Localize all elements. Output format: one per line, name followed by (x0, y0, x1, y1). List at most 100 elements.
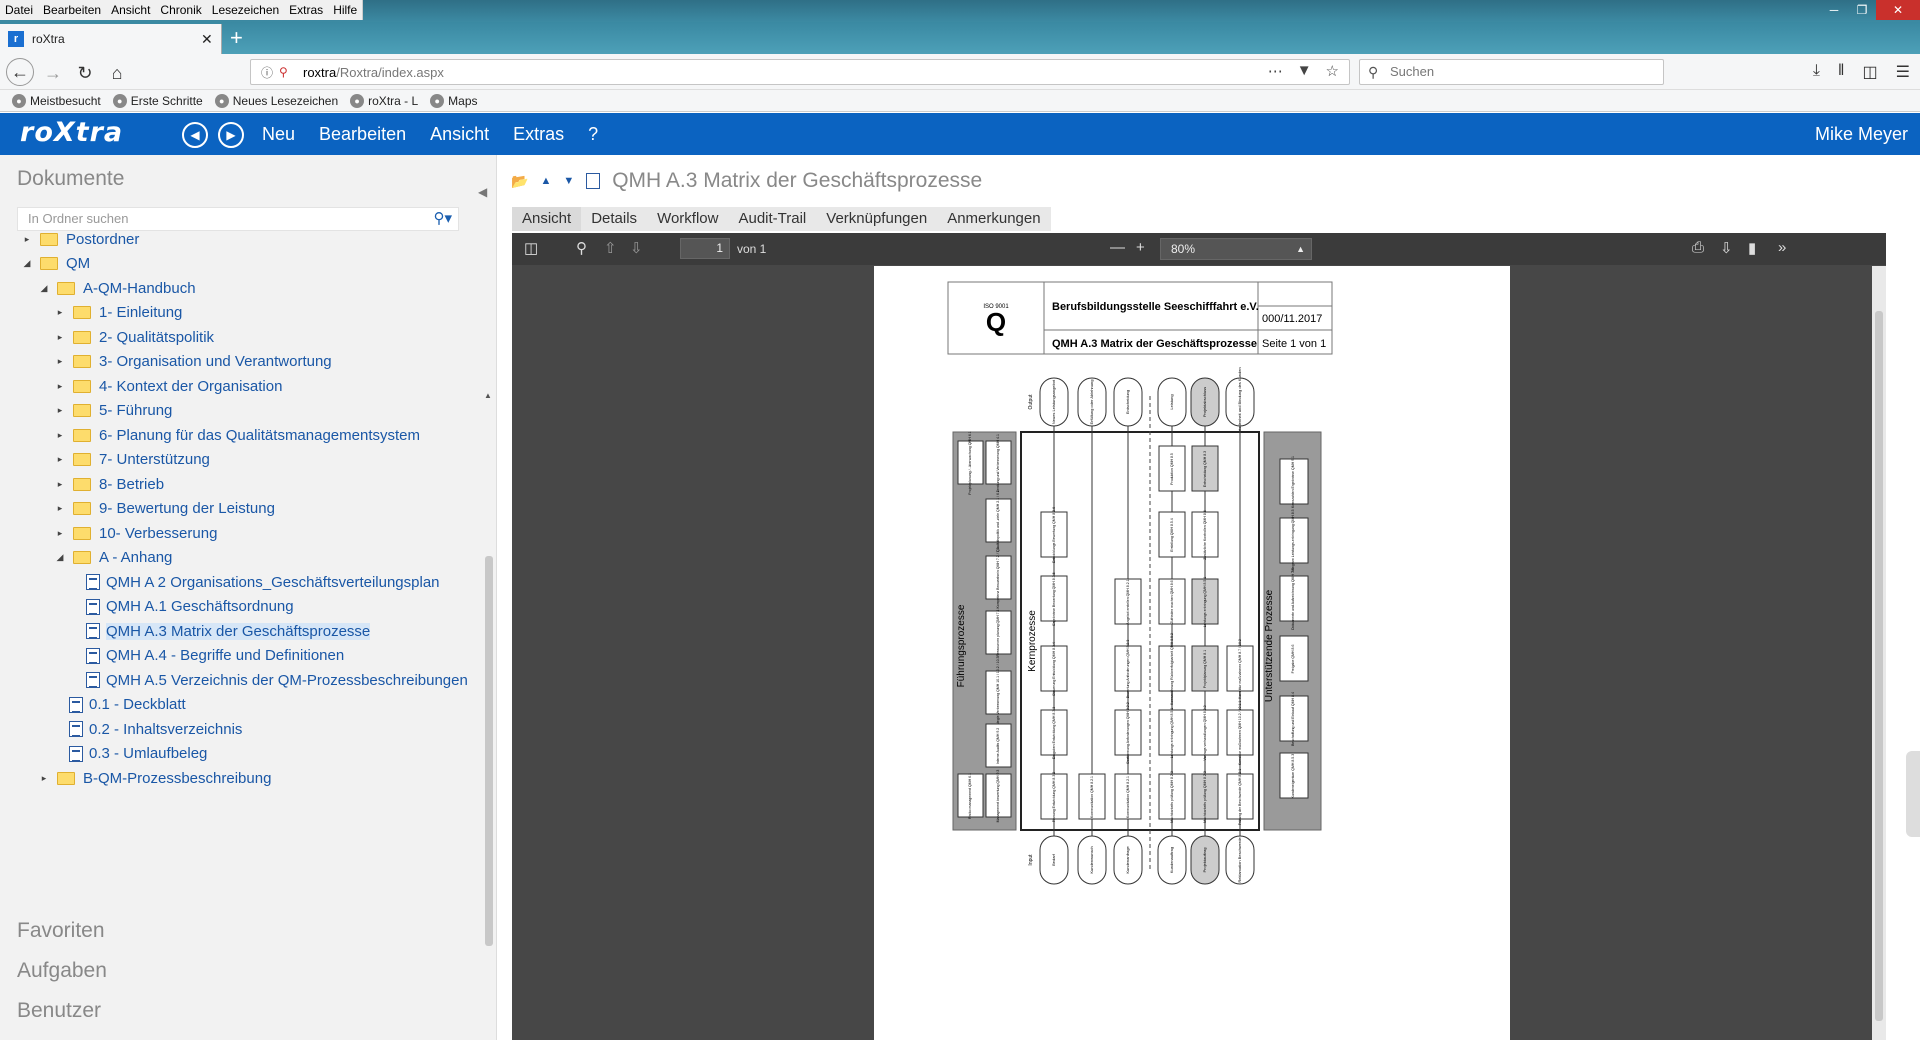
app-menu-item[interactable]: Bearbeiten (319, 124, 406, 145)
app-menu-item[interactable]: ? (588, 124, 598, 145)
app-menu-item[interactable]: Extras (513, 124, 564, 145)
expand-toggle-icon[interactable]: ▸ (20, 234, 34, 245)
save-icon[interactable]: ⇩ (1720, 239, 1733, 257)
restore-icon[interactable]: ❐ (1848, 0, 1876, 20)
expand-toggle-icon[interactable]: ▸ (53, 381, 67, 392)
tree-item[interactable]: ▸ 1- Einleitung (53, 301, 183, 325)
forward-circle-icon[interactable]: ▶ (218, 122, 244, 148)
app-menu-item[interactable]: Neu (262, 124, 295, 145)
user-name[interactable]: Mike Meyer (1815, 124, 1908, 145)
minimize-icon[interactable]: ─ (1820, 0, 1848, 20)
browser-menu-ansicht[interactable]: Ansicht (106, 3, 155, 17)
folder-up-icon[interactable]: 📂 (511, 173, 528, 190)
tree-item[interactable]: ▸ Postordner (20, 233, 139, 251)
tree-item[interactable]: ▸ 4- Kontext der Organisation (53, 374, 283, 398)
collapse-sidebar-icon[interactable]: ◀ (478, 185, 487, 199)
browser-menu-datei[interactable]: Datei (0, 3, 38, 17)
expand-toggle-icon[interactable]: ◢ (37, 283, 51, 294)
print-icon[interactable]: ⎙ (1692, 239, 1704, 256)
tree-item[interactable]: ◢ A-QM-Handbuch (37, 276, 196, 300)
down-arrow-icon[interactable]: ▼ (563, 175, 574, 187)
forward-arrow-icon[interactable]: → (40, 60, 66, 86)
tree-item[interactable]: QMH A.3 Matrix der Geschäftsprozesse (70, 619, 371, 643)
tree-item[interactable]: ▸ 8- Betrieb (53, 472, 164, 496)
scroll-thumb[interactable] (485, 556, 493, 946)
page-number-input[interactable]: 1 (680, 238, 730, 259)
sidebar-section-favoriten[interactable]: Favoriten (17, 919, 105, 943)
tree-item[interactable]: ▸ 10- Verbesserung (53, 521, 218, 545)
expand-toggle-icon[interactable]: ◢ (20, 258, 34, 269)
folder-search-input[interactable]: In Ordner suchen ⚲▾ (17, 207, 459, 231)
page-actions-icon[interactable]: ⋯ (1268, 62, 1283, 80)
tree-item[interactable]: QMH A 2 Organisations_Geschäftsverteilun… (70, 570, 440, 594)
expand-toggle-icon[interactable]: ▸ (53, 430, 67, 441)
tab-workflow[interactable]: Workflow (647, 207, 728, 231)
previous-page-icon[interactable]: ⇧ (604, 239, 617, 257)
bookmark-item[interactable]: ● Erste Schritte (112, 93, 203, 108)
tree-item[interactable]: 0.3 - Umlaufbeleg (53, 742, 207, 766)
zoom-out-icon[interactable]: — (1110, 239, 1125, 256)
tree-item[interactable]: 0.2 - Inhaltsverzeichnis (53, 717, 242, 741)
expand-toggle-icon[interactable]: ▸ (53, 405, 67, 416)
expand-toggle-icon[interactable]: ▸ (53, 454, 67, 465)
tree-item[interactable]: ▸ 9- Bewertung der Leistung (53, 497, 275, 521)
info-icon[interactable]: ⓘ (261, 64, 273, 81)
pocket-icon[interactable]: ▼ (1297, 62, 1312, 80)
tab-verknüpfungen[interactable]: Verknüpfungen (816, 207, 937, 231)
expand-toggle-icon[interactable]: ◢ (53, 552, 67, 563)
reload-icon[interactable]: ↻ (72, 60, 98, 86)
bookmark-star-icon[interactable]: ☆ (1326, 62, 1339, 80)
panel-expand-handle[interactable] (1906, 751, 1920, 837)
browser-menu-lesezeichen[interactable]: Lesezeichen (207, 3, 284, 17)
sidebar-toggle-icon[interactable]: ◫ (524, 239, 538, 257)
sidebar-toggle-icon[interactable]: ◫ (1863, 62, 1878, 82)
zoom-select[interactable]: 80% ▲ (1160, 238, 1312, 260)
expand-toggle-icon[interactable]: ▸ (53, 356, 67, 367)
sidebar-section-benutzer[interactable]: Benutzer (17, 999, 101, 1023)
more-tools-icon[interactable]: » (1778, 239, 1786, 256)
new-tab-icon[interactable]: + (230, 26, 243, 50)
tab-audit-trail[interactable]: Audit-Trail (728, 207, 816, 231)
browser-tab[interactable]: r roXtra ✕ (0, 24, 222, 54)
close-window-icon[interactable]: ✕ (1876, 0, 1920, 20)
bookmark-icon[interactable]: ▮ (1748, 239, 1756, 257)
tab-close-icon[interactable]: ✕ (201, 31, 221, 48)
download-icon[interactable]: ⤓ (1813, 62, 1820, 82)
expand-toggle-icon[interactable]: ▸ (37, 773, 51, 784)
pdf-scrollbar[interactable] (1872, 266, 1886, 1040)
app-menu-item[interactable]: Ansicht (430, 124, 489, 145)
search-icon[interactable]: ⚲ (576, 239, 587, 257)
browser-menu-hilfe[interactable]: Hilfe (328, 3, 362, 17)
tree-item[interactable]: ▸ 7- Unterstützung (53, 448, 210, 472)
tree-scrollbar[interactable]: ▲ ▼ (482, 391, 496, 1040)
tree-item[interactable]: ▸ 6- Planung für das Qualitätsmanagements… (53, 423, 420, 447)
expand-toggle-icon[interactable]: ▸ (53, 332, 67, 343)
tree-item[interactable]: ▸ B-QM-Prozessbeschreibung (37, 766, 272, 790)
browser-menu-bearbeiten[interactable]: Bearbeiten (38, 3, 106, 17)
up-arrow-icon[interactable]: ▲ (540, 175, 551, 187)
pdf-scroll-thumb[interactable] (1875, 311, 1883, 1021)
tree-item[interactable]: ▸ 2- Qualitätspolitik (53, 325, 214, 349)
library-icon[interactable]: ‖ (1838, 62, 1845, 82)
scroll-up-icon[interactable]: ▲ (484, 391, 492, 400)
tree-item[interactable]: QMH A.5 Verzeichnis der QM-Prozessbeschr… (70, 668, 468, 692)
expand-toggle-icon[interactable]: ▸ (53, 479, 67, 490)
expand-toggle-icon[interactable]: ▸ (53, 528, 67, 539)
tree-item[interactable]: QMH A.1 Geschäftsordnung (70, 595, 294, 619)
tree-item[interactable]: 0.1 - Deckblatt (53, 693, 186, 717)
tree-item[interactable]: ◢ QM (20, 252, 91, 276)
browser-menu-chronik[interactable]: Chronik (155, 3, 206, 17)
tree-item[interactable]: ◢ A - Anhang (53, 546, 173, 570)
sidebar-title[interactable]: Dokumente (17, 167, 124, 191)
tab-ansicht[interactable]: Ansicht (512, 207, 582, 231)
home-icon[interactable]: ⌂ (104, 60, 130, 86)
tree-item[interactable]: QMH A.4 - Begriffe und Definitionen (70, 644, 344, 668)
tree-item[interactable]: ▸ 5- Führung (53, 399, 173, 423)
zoom-in-icon[interactable]: + (1136, 239, 1145, 256)
browser-menu-extras[interactable]: Extras (284, 3, 328, 17)
tab-details[interactable]: Details (581, 207, 647, 231)
hamburger-menu-icon[interactable]: ☰ (1896, 62, 1910, 82)
expand-toggle-icon[interactable]: ▸ (53, 503, 67, 514)
back-arrow-icon[interactable]: ← (6, 58, 34, 86)
search-dropdown-icon[interactable]: ⚲▾ (433, 208, 452, 230)
